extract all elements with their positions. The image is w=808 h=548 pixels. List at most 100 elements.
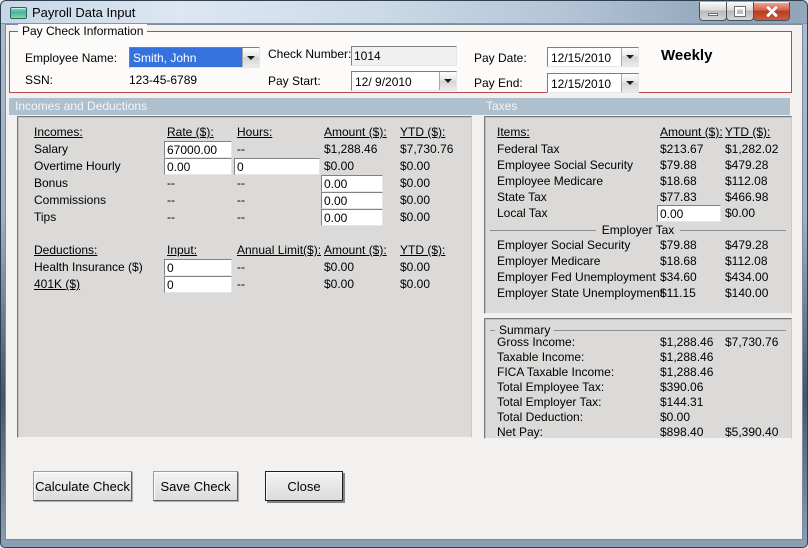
employee-name-value: Smith, John <box>130 48 242 67</box>
incomes-deductions-panel: Incomes: Rate ($): Hours: Amount ($): YT… <box>17 116 472 438</box>
state-tax-ytd: $466.98 <box>725 190 769 204</box>
employee-name-combobox[interactable]: Smith, John <box>129 47 260 68</box>
local-tax-label: Local Tax <box>497 206 548 220</box>
employer-state-unemployment-ytd: $140.00 <box>725 286 769 300</box>
minimize-button[interactable] <box>699 2 727 21</box>
payroll-window: Payroll Data Input Pay Check Information… <box>0 0 808 548</box>
pay-date-dropdown-button[interactable] <box>621 48 638 66</box>
local-tax-ytd: $0.00 <box>725 206 756 220</box>
employer-fed-unemployment-ytd: $434.00 <box>725 270 769 284</box>
employee-name-label: Employee Name: <box>25 51 118 65</box>
total-deduction-amount: $0.00 <box>660 410 691 424</box>
chevron-down-icon <box>444 79 452 83</box>
minimize-icon <box>708 12 718 16</box>
total-employee-tax-label: Total Employee Tax: <box>497 380 605 394</box>
gross-income-ytd: $7,730.76 <box>725 335 779 349</box>
commissions-label: Commissions <box>34 193 107 207</box>
overtime-rate-input[interactable] <box>164 158 232 175</box>
chevron-down-icon <box>626 81 634 85</box>
pay-end-dropdown-button[interactable] <box>621 74 638 92</box>
pay-end-datepicker[interactable]: 12/15/2010 <box>547 73 639 93</box>
total-employer-tax-amount: $144.31 <box>660 395 704 409</box>
k401-ytd-value: $0.00 <box>400 277 431 291</box>
commissions-rate-value: -- <box>167 193 175 207</box>
rate-col-header: Rate ($): <box>167 125 214 139</box>
bonus-rate-value: -- <box>167 176 175 190</box>
employee-medicare-amount: $18.68 <box>660 174 697 188</box>
tips-hours-value: -- <box>237 210 245 224</box>
pay-end-value: 12/15/2010 <box>551 77 612 91</box>
employee-name-dropdown-button[interactable] <box>242 48 259 67</box>
bonus-amount-input[interactable] <box>321 175 383 192</box>
check-number-input[interactable] <box>351 46 457 66</box>
health-insurance-limit-value: -- <box>237 260 245 274</box>
paycheck-info-groupbox: Pay Check Information Employee Name: Smi… <box>9 24 792 93</box>
state-tax-label: State Tax <box>497 190 547 204</box>
close-button[interactable]: Close <box>265 471 343 501</box>
annual-limit-col-header: Annual Limit($): <box>237 243 322 257</box>
commissions-ytd-value: $0.00 <box>400 193 431 207</box>
calculate-check-button[interactable]: Calculate Check <box>33 471 132 501</box>
incomes-section-header: Incomes and Deductions <box>15 99 148 113</box>
app-icon <box>10 7 27 19</box>
employer-ss-label: Employer Social Security <box>497 238 631 252</box>
overtime-hours-input[interactable] <box>234 158 320 175</box>
hours-col-header: Hours: <box>237 125 273 139</box>
employee-medicare-label: Employee Medicare <box>497 174 604 188</box>
net-pay-amount: $898.40 <box>660 425 704 439</box>
health-insurance-input[interactable] <box>164 259 232 276</box>
commissions-amount-input[interactable] <box>321 192 383 209</box>
pay-end-label: Pay End: <box>474 76 523 90</box>
pay-date-value: 12/15/2010 <box>551 51 612 65</box>
chevron-down-icon <box>247 55 255 60</box>
pay-start-datepicker[interactable]: 12/ 9/2010 <box>351 71 457 91</box>
health-insurance-amount-value: $0.00 <box>324 260 355 274</box>
close-window-button[interactable] <box>753 2 790 21</box>
deductions-col-header: Deductions: <box>34 243 98 257</box>
k401-input[interactable] <box>164 276 232 293</box>
salary-rate-input[interactable] <box>164 141 232 158</box>
summary-panel: Summary Gross Income: $1,288.46 $7,730.7… <box>484 318 792 439</box>
deduction-ytd-col-header: YTD ($): <box>400 243 446 257</box>
paycheck-group-title: Pay Check Information <box>18 24 148 39</box>
section-header-strip: Incomes and Deductions Taxes <box>9 98 790 115</box>
net-pay-label: Net Pay: <box>497 425 544 439</box>
gross-income-label: Gross Income: <box>497 335 576 349</box>
pay-start-value: 12/ 9/2010 <box>355 75 412 89</box>
maximize-button[interactable] <box>726 2 754 21</box>
employer-state-unemployment-amount: $11.15 <box>660 286 696 300</box>
deduction-amount-col-header: Amount ($): <box>324 243 387 257</box>
ssn-label: SSN: <box>25 73 54 87</box>
close-icon <box>766 5 778 17</box>
amount-col-header: Amount ($): <box>324 125 387 139</box>
taxable-income-amount: $1,288.46 <box>660 350 714 364</box>
caption-buttons <box>699 2 790 21</box>
k401-link-label[interactable]: 401K ($) <box>34 277 80 292</box>
salary-ytd-value: $7,730.76 <box>400 142 454 156</box>
window-title: Payroll Data Input <box>32 5 136 20</box>
save-check-button[interactable]: Save Check <box>153 471 238 501</box>
employer-tax-groupbox-header: Employer Tax <box>490 223 786 237</box>
employer-ss-ytd: $479.28 <box>725 238 769 252</box>
total-employer-tax-label: Total Employer Tax: <box>497 395 602 409</box>
taxable-income-label: Taxable Income: <box>497 350 585 364</box>
overtime-amount-value: $0.00 <box>324 159 355 173</box>
pay-start-dropdown-button[interactable] <box>439 72 456 90</box>
employer-tax-group-title: Employer Tax <box>601 223 675 237</box>
employer-ss-amount: $79.88 <box>660 238 697 252</box>
local-tax-input[interactable] <box>657 205 721 222</box>
input-col-header: Input: <box>167 243 198 257</box>
tips-amount-input[interactable] <box>321 209 383 226</box>
form-client-area: Pay Check Information Employee Name: Smi… <box>5 24 803 540</box>
ssn-value: 123-45-6789 <box>129 73 198 87</box>
federal-tax-amount: $213.67 <box>660 142 704 156</box>
check-number-label: Check Number: <box>268 47 352 61</box>
k401-amount-value: $0.00 <box>324 277 355 291</box>
pay-frequency-label: Weekly <box>661 47 713 64</box>
employer-fed-unemployment-label: Employer Fed Unemployment <box>497 270 656 284</box>
overtime-ytd-value: $0.00 <box>400 159 431 173</box>
employer-state-unemployment-label: Employer State Unemployment <box>497 286 664 300</box>
pay-date-datepicker[interactable]: 12/15/2010 <box>547 47 639 67</box>
ytd-col-header: YTD ($): <box>400 125 446 139</box>
maximize-icon <box>734 5 746 17</box>
